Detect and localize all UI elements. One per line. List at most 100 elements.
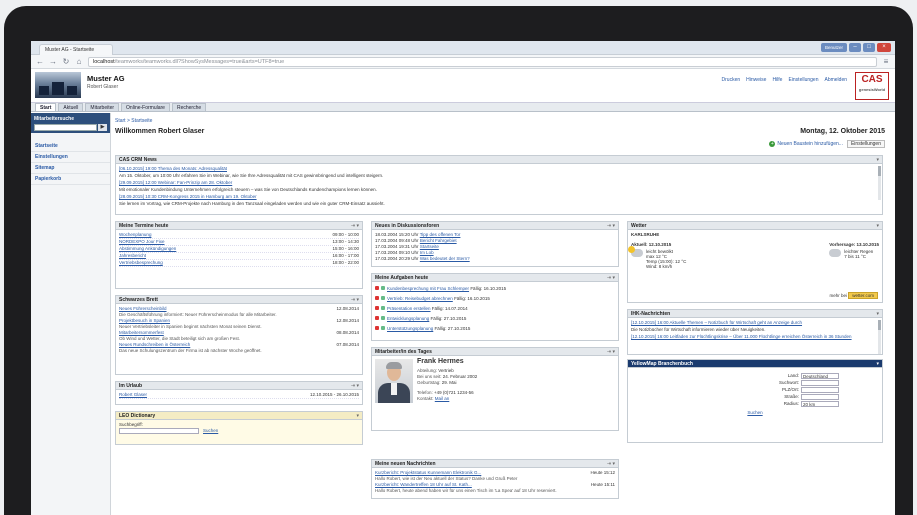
maximize-icon[interactable]: □ — [863, 43, 875, 52]
collapse-icon[interactable]: ▾ — [876, 156, 879, 164]
weather-tomorrow-label: Vorhersage: 13.10.2015 — [829, 242, 879, 247]
collapse-icon[interactable]: ▾ — [356, 412, 359, 420]
news-item[interactable]: [28.09.2015] 10:30 CRM-Kongress 2015 in … — [119, 194, 879, 200]
yellowmap-search-button[interactable]: Suchen — [747, 410, 762, 415]
sidebar-item-startseite[interactable]: Startseite — [31, 141, 110, 152]
minimize-icon[interactable]: – — [849, 43, 861, 52]
list-item[interactable]: Robert Glaser 12.10.2015 - 26.10.2015 — [119, 392, 359, 399]
wetter-place: KARLSRUHE — [631, 232, 660, 237]
task-item[interactable]: Unterstützungsplanung Fällig: 27.10.2015 — [375, 324, 615, 334]
ihk-title: IHK-Nachrichten — [631, 311, 671, 317]
list-item[interactable]: Vertriebsbesprechung 18:00 - 22:00 — [119, 260, 359, 267]
ihk-scrollbar[interactable] — [878, 320, 881, 354]
leo-input[interactable] — [119, 428, 199, 434]
news-item[interactable]: [29.09.2015] 12:00 Webinar: Fan-Prinzip … — [119, 180, 879, 186]
news-text: Sie lernen im Vortrag, wie CRM-Projekte … — [119, 201, 385, 206]
building-image — [35, 72, 81, 98]
brett-panel: Schwarzes Brett ⇥ ▾ Neues Führerscheinbil… — [115, 295, 363, 375]
country-select[interactable]: Deutschland — [801, 373, 839, 379]
task-item[interactable]: Kundenbesprechung mit Frau Schlemper Fäl… — [375, 284, 615, 294]
menu-recherche[interactable]: Recherche — [171, 103, 207, 111]
main-content: Start > Startseite Willkommen Robert Gla… — [115, 113, 889, 515]
task-priority-icon — [375, 296, 379, 300]
task-icon — [381, 286, 385, 290]
panel-controls-icon[interactable]: ⇥ ▾ — [607, 274, 615, 282]
task-icon — [381, 326, 385, 330]
leo-panel: LEO Dictionary ▾ Suchbegriff: Suchen — [115, 411, 363, 445]
task-item[interactable]: Entwicklungsplanung Fällig: 27.10.2015 — [375, 314, 615, 324]
back-icon[interactable]: ← — [36, 57, 44, 66]
sidebar-item-einstellungen[interactable]: Einstellungen — [31, 152, 110, 163]
zip-city-input[interactable] — [801, 387, 839, 393]
search-button[interactable]: ▶ — [98, 124, 107, 131]
menu-aktuell[interactable]: Aktuell — [58, 103, 84, 111]
menu-icon[interactable]: ≡ — [882, 57, 890, 66]
task-item[interactable]: Präsentation erstellen Fällig: 14.07.201… — [375, 304, 615, 314]
list-item[interactable]: NORDEXPO Jour Fixe 13:00 - 14:30 — [119, 239, 359, 246]
task-icon — [381, 316, 385, 320]
panel-controls-icon[interactable]: ⇥ ▾ — [351, 382, 359, 390]
task-item[interactable]: Vertrieb: Reisebudget abrechnen Fällig: … — [375, 294, 615, 304]
logo-sub: genesisWorld — [858, 87, 886, 92]
sidebar-item-papierkorb[interactable]: Papierkorb — [31, 174, 110, 185]
menu-mitarbeiter[interactable]: Mitarbeiter — [85, 103, 120, 111]
add-widget-button[interactable]: + Neuen Baustein hinzufügen... — [769, 141, 843, 147]
panel-controls-icon[interactable]: ⇥ ▾ — [351, 296, 359, 304]
panel-controls-icon[interactable]: ⇥ ▾ — [607, 348, 615, 356]
browser-tab[interactable]: Muster AG - Startseite — [39, 44, 113, 55]
notes-link[interactable]: Hinweise — [746, 77, 766, 83]
reload-icon[interactable]: ↻ — [62, 57, 70, 66]
ihk-item[interactable]: [12.10.2015] 16:00 Leitfaden zur Flüchtl… — [631, 334, 874, 340]
news-scrollbar[interactable] — [878, 166, 881, 200]
contact-link[interactable]: Mail an — [435, 396, 450, 401]
post-date: 17.03.2004 19:31 Uhr — [375, 244, 419, 249]
panel-controls-icon[interactable]: ⇥ ▾ — [607, 460, 615, 468]
list-item[interactable]: Abstimmung Ankündigungen 15:00 - 16:00 — [119, 246, 359, 253]
browser-titlebar: Muster AG - Startseite Benutzer – □ × — [31, 41, 895, 55]
forward-icon[interactable]: → — [49, 57, 57, 66]
news-item[interactable]: [06.10.2015] 19:00 Thema des Monats: Adr… — [119, 166, 879, 172]
list-item[interactable]: Wochenplanung 09:00 - 10:00 — [119, 232, 359, 239]
list-item[interactable]: Jahresbericht 16:00 - 17:00 — [119, 253, 359, 260]
post-date: 17.03.2004 20:29 Uhr — [375, 256, 419, 261]
menu-online-formulare[interactable]: Online-Formulare — [121, 103, 170, 111]
print-link[interactable]: Drucken — [722, 77, 741, 83]
task-due: Fällig: 16.10.2015 — [470, 286, 507, 291]
task-title: Unterstützungsplanung — [387, 326, 434, 331]
keyword-input[interactable] — [801, 380, 839, 386]
task-title: Vertrieb: Reisebudget abrechnen — [387, 296, 453, 301]
task-priority-icon — [375, 316, 379, 320]
close-icon[interactable]: × — [877, 43, 891, 52]
list-item[interactable]: 17.03.2004 20:29 Uhr Was bedeutet der St… — [375, 256, 615, 262]
search-input[interactable] — [34, 124, 97, 131]
termine-list: Wochenplanung 09:00 - 10:00 NORDEXPO Jour… — [116, 230, 362, 269]
sidebar-item-sitemap[interactable]: Sitemap — [31, 163, 110, 174]
address-bar[interactable]: localhost/teamworks/teamworks.dll?ShowSy… — [88, 56, 877, 67]
home-icon[interactable]: ⌂ — [75, 57, 83, 66]
radius-select[interactable]: 20 km — [801, 401, 839, 407]
window-user[interactable]: Benutzer — [821, 43, 847, 52]
settings-dropdown[interactable]: Einstellungen — [846, 140, 885, 148]
panel-controls-icon[interactable]: ⇥ ▾ — [351, 222, 359, 230]
window-controls: Benutzer – □ × — [821, 43, 891, 52]
collapse-icon[interactable]: ▾ — [876, 222, 879, 230]
breadcrumb[interactable]: Start > Startseite — [115, 118, 889, 124]
street-input[interactable] — [801, 394, 839, 400]
menu-start[interactable]: Start — [35, 103, 57, 111]
nachrichten-title: Meine neuen Nachrichten — [375, 461, 436, 467]
logout-link[interactable]: Abmelden — [824, 77, 847, 83]
task-due: Fällig: 16.10.2015 — [454, 296, 490, 301]
ihk-item[interactable]: [12.10.2015] 16:00 Aktuelle Themen – Not… — [631, 320, 874, 326]
yellowmap-panel: YellowMap Branchenbuch ▾ Land: Deutschland… — [627, 359, 883, 443]
app-header: Muster AG Robert Glaser Drucken Hinweise… — [31, 69, 895, 103]
help-link[interactable]: Hilfe — [772, 77, 782, 83]
leo-search-button[interactable]: Suchen — [203, 428, 218, 434]
yellowmap-title: YellowMap Branchenbuch — [631, 361, 693, 367]
settings-link[interactable]: Einstellungen — [788, 77, 818, 83]
collapse-icon[interactable]: ▾ — [876, 360, 879, 368]
panel-controls-icon[interactable]: ⇥ ▾ — [607, 222, 615, 230]
collapse-icon[interactable]: ▾ — [876, 310, 879, 318]
field-label: Land: — [787, 373, 799, 378]
wetter-com-link[interactable]: wetter.com — [848, 292, 878, 299]
top-links: Drucken Hinweise Hilfe Einstellungen Abm… — [722, 77, 847, 83]
